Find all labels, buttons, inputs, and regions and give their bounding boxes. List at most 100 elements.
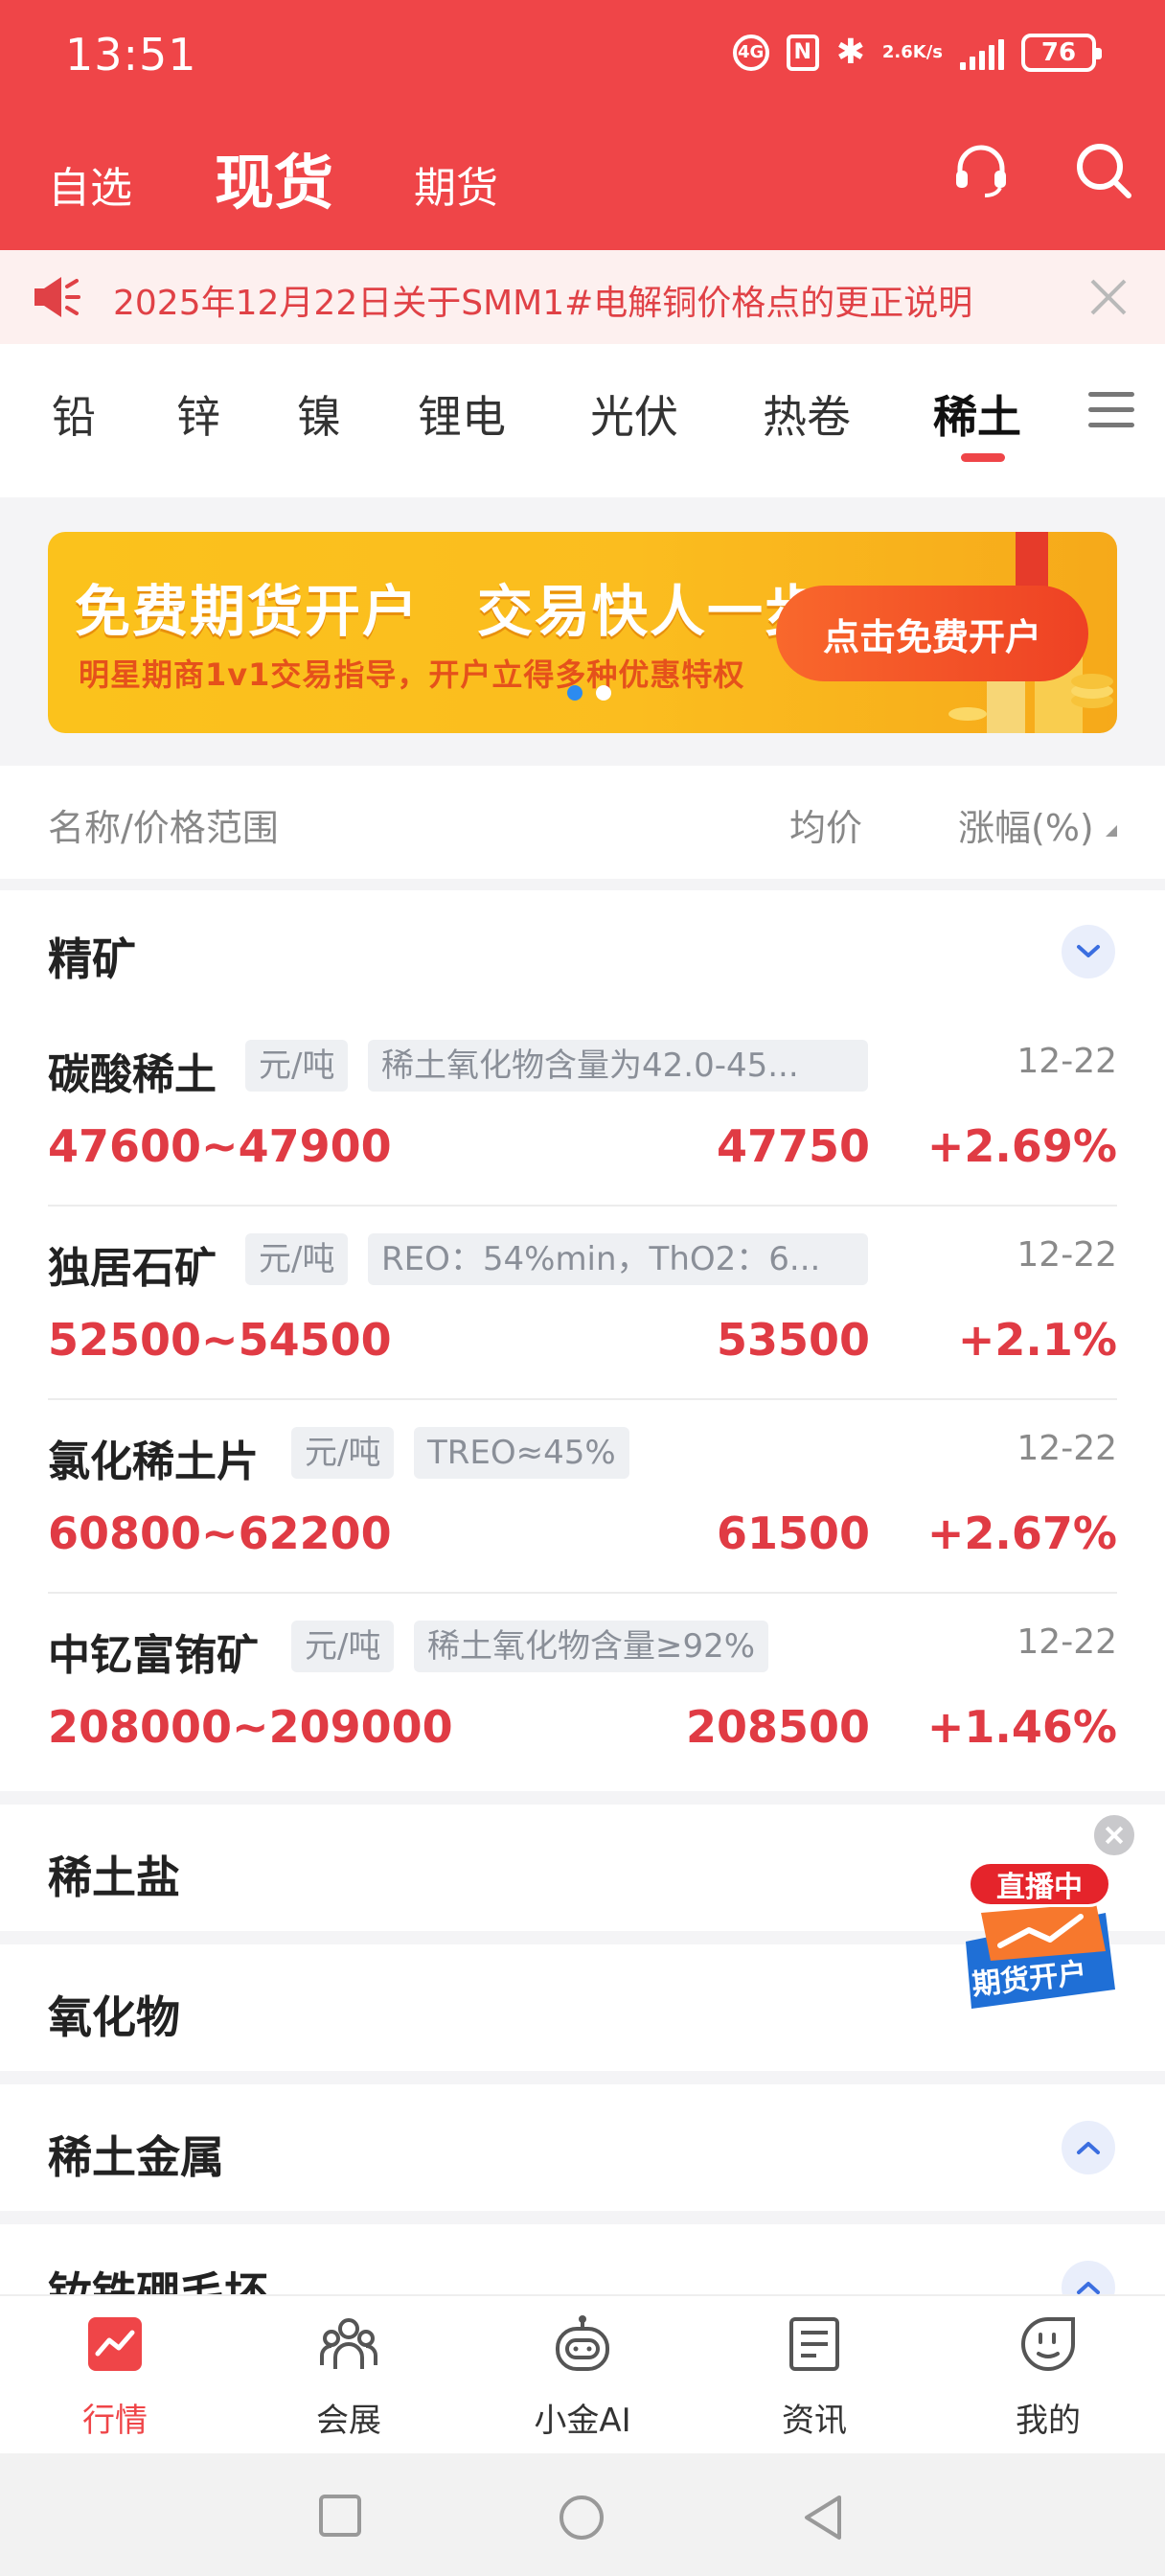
search-icon[interactable]: [1073, 140, 1134, 201]
tab-watchlist[interactable]: 自选: [48, 153, 132, 215]
price-change: +2.67%: [926, 1507, 1117, 1559]
tab-label: 资讯: [782, 2402, 847, 2440]
price-range: 60800~62200: [48, 1507, 392, 1559]
avg-price: 61500: [716, 1507, 870, 1559]
product-name: 碳酸稀土: [48, 1050, 217, 1099]
avg-price: 47750: [716, 1120, 870, 1172]
active-tab-indicator: [961, 453, 1005, 462]
notice-bar[interactable]: 2025年12月22日关于SMM1#电解铜价格点的更正说明: [0, 250, 1165, 344]
tab-label: 我的: [1016, 2402, 1081, 2440]
system-navigation-bar: [0, 2453, 1165, 2576]
unit-tag: 元/吨: [291, 1427, 395, 1479]
price-change: +1.46%: [926, 1701, 1117, 1753]
unit-tag: 元/吨: [291, 1621, 395, 1672]
net-speed-value: 2.6: [881, 41, 913, 62]
category-lithium-battery[interactable]: 锂电: [418, 382, 506, 446]
price-change: +2.1%: [957, 1314, 1117, 1366]
promo-banner[interactable]: 免费期货开户 交易快人一步 明星期商1v1交易指导，开户立得多种优惠特权 点击免…: [48, 532, 1117, 733]
carousel-dots: [567, 685, 611, 701]
product-name: 独居石矿: [48, 1244, 217, 1293]
tab-ai[interactable]: 小金AI: [506, 2313, 659, 2441]
avg-price: 53500: [716, 1314, 870, 1366]
battery-icon: 76: [1021, 33, 1102, 72]
category-zinc[interactable]: 锌: [176, 382, 220, 446]
notice-text[interactable]: 2025年12月22日关于SMM1#电解铜价格点的更正说明: [113, 275, 972, 325]
status-icons: 4G N ✱ 2.6 K/s 76: [732, 33, 1102, 72]
table-row[interactable]: 氯化稀土片 元/吨 TREO≈45% 12-22 60800~62200 615…: [48, 1400, 1117, 1594]
signal-icon: [960, 35, 1004, 70]
category-tabs: 铅 锌 镍 锂电 光伏 热卷 稀土: [0, 344, 1165, 497]
spec-tag: 稀土氧化物含量为42.0-45...: [368, 1040, 868, 1092]
status-bar: 13:51 4G N ✱ 2.6 K/s 76: [0, 0, 1165, 115]
section-title: 氧化物: [48, 1991, 180, 2043]
bottom-tab-bar: 行情 会展 小金AI 资讯 我的: [0, 2294, 1165, 2453]
megaphone-icon: [34, 277, 80, 317]
people-icon: [320, 2318, 377, 2369]
spec-tag: 稀土氧化物含量≥92%: [414, 1621, 769, 1672]
close-icon[interactable]: [1086, 275, 1131, 319]
price-date: 12-22: [1017, 1622, 1117, 1662]
section-title: 稀土盐: [48, 1852, 180, 1903]
tab-market[interactable]: 行情: [38, 2313, 192, 2441]
price-range: 47600~47900: [48, 1120, 392, 1172]
tab-news[interactable]: 资讯: [738, 2313, 891, 2441]
recents-icon[interactable]: [318, 2494, 362, 2538]
category-hot-rolled-coil[interactable]: 热卷: [763, 382, 851, 446]
headset-icon[interactable]: [952, 142, 1010, 199]
product-name: 中钇富铕矿: [48, 1631, 259, 1680]
category-rare-earth[interactable]: 稀土: [933, 382, 1021, 446]
close-icon[interactable]: [1090, 1811, 1138, 1859]
hd-icon: 4G: [732, 34, 769, 71]
nfc-icon: N: [786, 34, 819, 71]
price-date: 12-22: [1017, 1429, 1117, 1468]
column-name-range: 名称/价格范围: [48, 807, 279, 849]
tab-exhibition[interactable]: 会展: [272, 2313, 425, 2441]
category-photovoltaic[interactable]: 光伏: [590, 382, 678, 446]
open-account-button[interactable]: 点击免费开户: [776, 586, 1088, 681]
chevron-down-icon[interactable]: [1062, 925, 1115, 978]
price-range: 52500~54500: [48, 1314, 392, 1366]
spec-tag: REO：54%min，ThO2：6...: [368, 1233, 868, 1285]
unit-tag: 元/吨: [245, 1040, 349, 1092]
unit-tag: 元/吨: [245, 1233, 349, 1285]
list-header: 名称/价格范围 均价 涨幅(%): [0, 766, 1165, 879]
price-range: 208000~209000: [48, 1701, 453, 1753]
chevron-up-icon[interactable]: [1062, 2121, 1115, 2174]
column-avg-price[interactable]: 均价: [789, 798, 862, 851]
net-speed: 2.6 K/s: [881, 41, 943, 62]
tab-label: 行情: [82, 2402, 148, 2440]
app-header: 13:51 4G N ✱ 2.6 K/s 76 自选 现货 期货: [0, 0, 1165, 250]
section-concentrate: 精矿 碳酸稀土 元/吨 稀土氧化物含量为42.0-45... 12-22 476…: [0, 890, 1165, 1791]
section-title: 稀土金属: [48, 2131, 224, 2183]
banner-subtitle: 明星期商1v1交易指导，开户立得多种优惠特权: [79, 656, 745, 693]
category-lead[interactable]: 铅: [52, 382, 96, 446]
banner-title: 免费期货开户 交易快人一步: [75, 579, 823, 644]
avg-price: 208500: [685, 1701, 870, 1753]
section-title[interactable]: 精矿: [48, 925, 136, 988]
product-name: 氯化稀土片: [48, 1438, 259, 1486]
chart-icon: [88, 2317, 142, 2371]
table-row[interactable]: 独居石矿 元/吨 REO：54%min，ThO2：6... 12-22 5250…: [48, 1207, 1117, 1400]
robot-icon: [556, 2315, 609, 2371]
tab-futures[interactable]: 期货: [414, 153, 498, 215]
category-nickel[interactable]: 镍: [297, 382, 341, 446]
document-icon: [789, 2317, 839, 2371]
table-row[interactable]: 中钇富铕矿 元/吨 稀土氧化物含量≥92% 12-22 208000~20900…: [48, 1594, 1117, 1787]
column-change[interactable]: 涨幅(%): [958, 798, 1094, 851]
price-change: +2.69%: [926, 1120, 1117, 1172]
back-icon[interactable]: [801, 2494, 845, 2542]
table-row[interactable]: 碳酸稀土 元/吨 稀土氧化物含量为42.0-45... 12-22 47600~…: [48, 1013, 1117, 1207]
menu-icon[interactable]: [1088, 392, 1134, 430]
sort-icon[interactable]: [1106, 825, 1117, 837]
live-stream-widget[interactable]: 直播中 期货开户: [958, 1811, 1140, 2032]
tab-profile[interactable]: 我的: [971, 2313, 1125, 2441]
spec-tag: TREO≈45%: [414, 1427, 629, 1479]
live-badge: 直播中: [968, 1861, 1111, 1907]
section-rare-earth-metal[interactable]: 稀土金属: [0, 2084, 1165, 2211]
tab-label: 会展: [316, 2402, 381, 2440]
net-speed-unit: K/s: [912, 41, 943, 62]
tab-spot[interactable]: 现货: [215, 134, 333, 220]
home-icon[interactable]: [558, 2494, 605, 2542]
price-date: 12-22: [1017, 1042, 1117, 1081]
profile-icon: [1021, 2317, 1075, 2371]
